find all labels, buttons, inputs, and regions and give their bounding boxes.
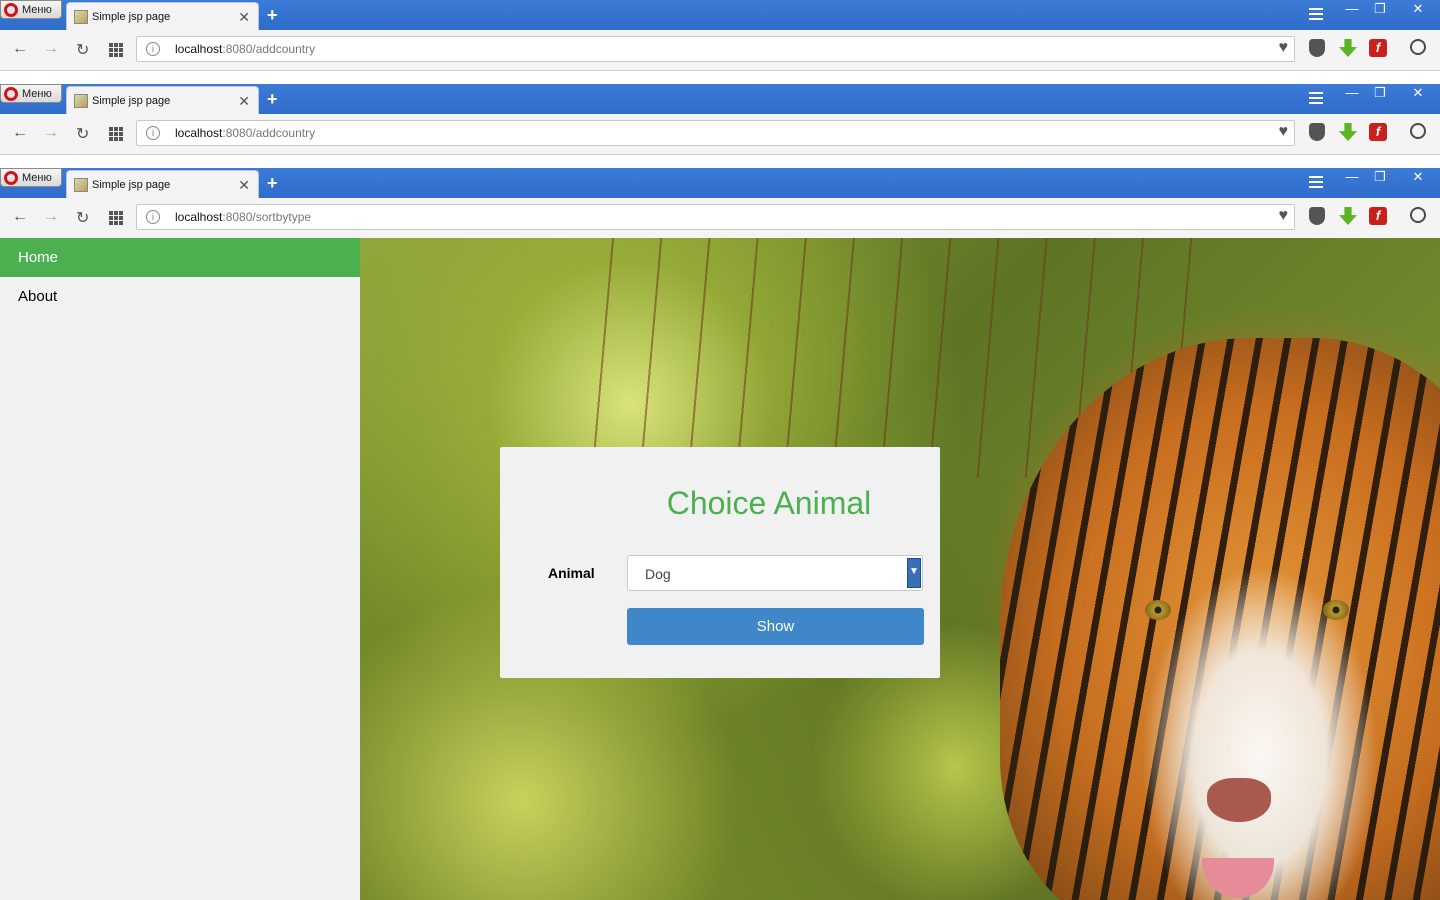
back-icon[interactable]: ← (12, 40, 28, 58)
sidebar-item-about[interactable]: About (0, 277, 360, 316)
opera-icon (4, 170, 18, 185)
speed-dial-icon[interactable] (109, 211, 123, 225)
close-window-icon[interactable]: ✕ (1400, 0, 1436, 20)
close-tab-icon[interactable]: ✕ (238, 9, 250, 26)
form-title: Choice Animal (666, 485, 872, 521)
reload-icon[interactable]: ↻ (76, 40, 89, 60)
menu-label: Меню (22, 171, 52, 184)
opera-icon (4, 86, 18, 101)
speed-dial-icon[interactable] (109, 43, 123, 57)
download-extension-icon[interactable] (1339, 123, 1357, 141)
bookmark-heart-icon[interactable]: ♥ (1279, 123, 1289, 141)
new-tab-icon[interactable]: + (267, 173, 278, 194)
flash-icon[interactable]: f (1369, 39, 1387, 57)
browser-toolbar: ← → ↻ i localhost:8080/addcountry ♥ f (0, 30, 1440, 71)
flash-icon[interactable]: f (1369, 123, 1387, 141)
url-text: localhost:8080/addcountry (175, 42, 316, 56)
browser-tab[interactable]: Simple jsp page ✕ (66, 86, 259, 114)
close-tab-icon[interactable]: ✕ (238, 177, 250, 194)
new-tab-icon[interactable]: + (267, 5, 278, 26)
reload-icon[interactable]: ↻ (76, 124, 89, 144)
animal-select[interactable]: Dog ▼ (627, 555, 923, 591)
tab-title: Simple jsp page (92, 11, 171, 23)
tab-bar: Меню Simple jsp page ✕ + — ❐ ✕ (0, 0, 1440, 30)
new-tab-icon[interactable]: + (267, 89, 278, 110)
address-bar[interactable]: i localhost:8080/addcountry ♥ (136, 120, 1295, 146)
close-window-icon[interactable]: ✕ (1400, 84, 1436, 104)
address-bar[interactable]: i localhost:8080/addcountry ♥ (136, 36, 1295, 62)
animal-selected-value: Dog (645, 566, 671, 582)
show-button[interactable]: Show (627, 608, 924, 645)
tab-title: Simple jsp page (92, 95, 171, 107)
url-text: localhost:8080/addcountry (175, 126, 316, 140)
minimize-icon[interactable]: — (1338, 84, 1366, 104)
opera-menu-button[interactable]: Меню (0, 0, 62, 19)
sidebar: Home About (0, 238, 360, 900)
browser-window-2: Меню Simple jsp page ✕ + — ❐ ✕ ← → ↻ i l… (0, 84, 1440, 168)
maximize-icon[interactable]: ❐ (1366, 0, 1394, 20)
update-icon[interactable] (1410, 207, 1426, 223)
site-info-icon[interactable]: i (146, 210, 160, 224)
download-extension-icon[interactable] (1339, 207, 1357, 225)
forward-icon[interactable]: → (43, 208, 59, 226)
browser-tab[interactable]: Simple jsp page ✕ (66, 2, 259, 30)
opera-menu-button[interactable]: Меню (0, 168, 62, 187)
reload-icon[interactable]: ↻ (76, 208, 89, 228)
minimize-icon[interactable]: — (1338, 0, 1366, 20)
browser-toolbar: ← → ↻ i localhost:8080/sortbytype ♥ f (0, 198, 1440, 239)
tab-title: Simple jsp page (92, 179, 171, 191)
tab-menu-icon[interactable] (1309, 92, 1323, 104)
back-icon[interactable]: ← (12, 208, 28, 226)
site-info-icon[interactable]: i (146, 126, 160, 140)
tab-bar: Меню Simple jsp page ✕ + — ❐ ✕ (0, 84, 1440, 114)
browser-tab[interactable]: Simple jsp page ✕ (66, 170, 259, 198)
menu-label: Меню (22, 3, 52, 16)
sidebar-item-home[interactable]: Home (0, 238, 360, 277)
favicon-icon (74, 178, 88, 192)
favicon-icon (74, 94, 88, 108)
ublock-icon[interactable] (1309, 39, 1325, 57)
ublock-icon[interactable] (1309, 123, 1325, 141)
tiger-nose (1207, 778, 1271, 822)
close-tab-icon[interactable]: ✕ (238, 93, 250, 110)
favicon-icon (74, 10, 88, 24)
maximize-icon[interactable]: ❐ (1366, 168, 1394, 188)
download-extension-icon[interactable] (1339, 39, 1357, 57)
bookmark-heart-icon[interactable]: ♥ (1279, 207, 1289, 225)
tiger-eye-left (1145, 600, 1171, 620)
tab-menu-icon[interactable] (1309, 8, 1323, 20)
ublock-icon[interactable] (1309, 207, 1325, 225)
speed-dial-icon[interactable] (109, 127, 123, 141)
forward-icon[interactable]: → (43, 124, 59, 142)
url-text: localhost:8080/sortbytype (175, 210, 312, 224)
update-icon[interactable] (1410, 123, 1426, 139)
tab-menu-icon[interactable] (1309, 176, 1323, 188)
maximize-icon[interactable]: ❐ (1366, 84, 1394, 104)
animal-label: Animal (548, 565, 595, 581)
tab-bar: Меню Simple jsp page ✕ + — ❐ ✕ (0, 168, 1440, 198)
bookmark-heart-icon[interactable]: ♥ (1279, 39, 1289, 57)
tiger-eye-right (1323, 600, 1349, 620)
close-window-icon[interactable]: ✕ (1400, 168, 1436, 188)
address-bar[interactable]: i localhost:8080/sortbytype ♥ (136, 204, 1295, 230)
back-icon[interactable]: ← (12, 124, 28, 142)
opera-menu-button[interactable]: Меню (0, 84, 62, 103)
browser-window-1: Меню Simple jsp page ✕ + — ❐ ✕ ← → ↻ i l… (0, 0, 1440, 84)
chevron-down-icon[interactable]: ▼ (907, 558, 921, 588)
choice-animal-form: Choice Animal Animal Dog ▼ Show (500, 447, 940, 678)
browser-toolbar: ← → ↻ i localhost:8080/addcountry ♥ f (0, 114, 1440, 155)
opera-icon (4, 2, 18, 17)
menu-label: Меню (22, 87, 52, 100)
site-info-icon[interactable]: i (146, 42, 160, 56)
flash-icon[interactable]: f (1369, 207, 1387, 225)
minimize-icon[interactable]: — (1338, 168, 1366, 188)
forward-icon[interactable]: → (43, 40, 59, 58)
update-icon[interactable] (1410, 39, 1426, 55)
